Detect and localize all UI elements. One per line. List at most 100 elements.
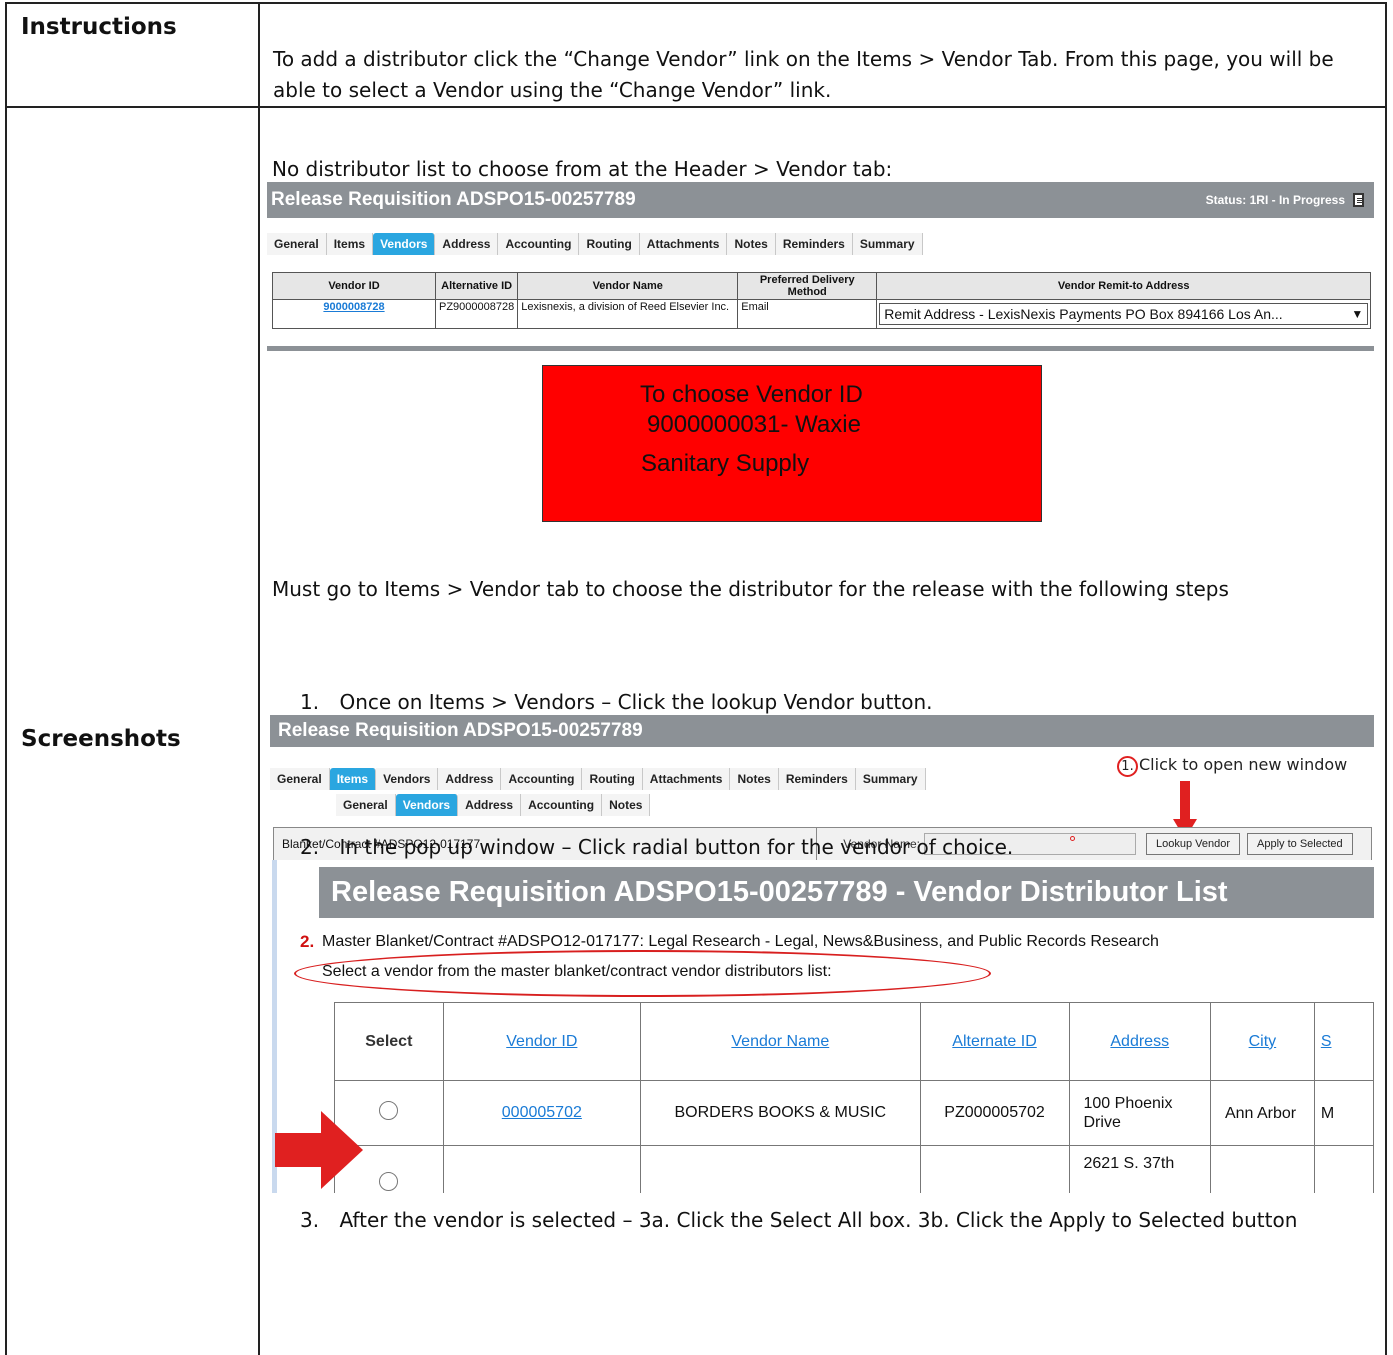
step-2-text: In the pop up window – Click radial butt…: [339, 835, 1014, 859]
vendor-id-link[interactable]: 9000008728: [323, 301, 384, 313]
table-row: 000005702 BORDERS BOOKS & MUSIC PZ000005…: [334, 1080, 1374, 1146]
tab-vendors[interactable]: Vendors: [376, 768, 439, 790]
status-text: Status: 1RI - In Progress: [1205, 193, 1345, 207]
delivery-cell: Email: [737, 299, 878, 329]
subtab-vendors[interactable]: Vendors: [395, 794, 459, 816]
step-2-marker: 2.: [300, 932, 315, 951]
col-vendor-name: Vendor Name: [517, 272, 739, 300]
vendor-id-cell: [442, 1145, 642, 1193]
col-vendor-id[interactable]: Vendor ID: [442, 1002, 642, 1081]
col-select: Select: [334, 1002, 444, 1081]
shot2-subtab-bar: General Vendors Address Accounting Notes: [336, 792, 651, 816]
tab-reminders[interactable]: Reminders: [778, 768, 856, 790]
vendor-id-cell: 9000008728: [272, 299, 436, 329]
col-alternate-id[interactable]: Alternate ID: [919, 1002, 1070, 1081]
vendor-radio[interactable]: [379, 1172, 399, 1191]
remit-address-select[interactable]: Remit Address - LexisNexis Payments PO B…: [879, 303, 1369, 325]
instructions-text: To add a distributor click the “Change V…: [273, 47, 1334, 102]
annotation-text: Click to open new window: [1139, 755, 1348, 774]
screenshots-label: Screenshots: [21, 726, 181, 752]
master-contract-text: Master Blanket/Contract #ADSPO12-017177:…: [322, 933, 1159, 950]
subtab-address[interactable]: Address: [458, 794, 522, 816]
col-alternative-id: Alternative ID: [434, 272, 519, 300]
table-header-row: Select Vendor ID Vendor Name Alternate I…: [334, 1002, 1374, 1081]
tab-items[interactable]: Items: [329, 768, 377, 790]
tab-summary[interactable]: Summary: [852, 233, 923, 255]
subtab-general[interactable]: General: [336, 794, 396, 816]
highlight-ellipse: [294, 950, 991, 997]
tab-vendors[interactable]: Vendors: [373, 233, 436, 255]
tab-routing[interactable]: Routing: [579, 233, 640, 255]
subtab-notes[interactable]: Notes: [602, 794, 651, 816]
tab-routing[interactable]: Routing: [582, 768, 643, 790]
step-1-marker: 1.: [1117, 756, 1138, 777]
col-vendor-name[interactable]: Vendor Name: [640, 1002, 921, 1081]
col-vendor-id: Vendor ID: [272, 272, 436, 300]
step-3: 3. After the vendor is selected – 3a. Cl…: [300, 1205, 1340, 1236]
shot1-status: Status: 1RI - In Progress: [1206, 193, 1364, 207]
state-cell: [1313, 1145, 1374, 1193]
step-2: 2. In the pop up window – Click radial b…: [300, 832, 1013, 863]
vendor-callout: To choose Vendor ID 9000000031- Waxie Sa…: [542, 365, 1042, 522]
step-1-number: 1.: [300, 690, 320, 714]
tab-summary[interactable]: Summary: [855, 768, 926, 790]
vendor-name-cell: BORDERS BOOKS & MUSIC: [640, 1080, 921, 1146]
click-annotation: 1. Click to open new window: [1117, 755, 1347, 777]
table-row: 2621 S. 37th: [334, 1145, 1374, 1193]
vendor-table: Vendor ID Alternative ID Vendor Name Pre…: [272, 272, 1372, 329]
tab-address[interactable]: Address: [438, 768, 502, 790]
header-vendor-screenshot: Release Requisition ADSPO15-00257789 Sta…: [267, 182, 1374, 354]
step-2-number: 2.: [300, 835, 320, 859]
screenshots-label-cell: Screenshots: [5, 106, 260, 1355]
apply-to-selected-button[interactable]: Apply to Selected: [1247, 833, 1353, 855]
vendor-name-cell: [640, 1145, 921, 1193]
tab-items[interactable]: Items: [326, 233, 374, 255]
col-city[interactable]: City: [1209, 1002, 1315, 1081]
divider: [267, 346, 1374, 351]
step-3-number: 3.: [300, 1208, 320, 1232]
distributor-list-screenshot: Release Requisition ADSPO15-00257789 - V…: [272, 860, 1374, 1193]
tab-notes[interactable]: Notes: [727, 233, 776, 255]
required-dot: [1070, 836, 1075, 841]
tab-general[interactable]: General: [270, 768, 330, 790]
address-cell: 100 Phoenix Drive: [1068, 1080, 1211, 1146]
tab-attachments[interactable]: Attachments: [639, 233, 728, 255]
alt-id-cell: PZ000005702: [919, 1080, 1070, 1146]
address-cell: 2621 S. 37th: [1068, 1145, 1211, 1193]
table-row: 9000008728 PZ9000008728 Lexisnexis, a di…: [272, 299, 1372, 329]
shot1-tab-bar: General Items Vendors Address Accounting…: [267, 230, 1374, 255]
col-address[interactable]: Address: [1068, 1002, 1211, 1081]
step-3-text: After the vendor is selected – 3a. Click…: [339, 1208, 1298, 1232]
callout-line-2: 9000000031- Waxie: [647, 411, 861, 438]
tab-address[interactable]: Address: [435, 233, 499, 255]
document-icon[interactable]: [1353, 193, 1364, 207]
vendor-radio[interactable]: [379, 1101, 399, 1120]
tab-accounting[interactable]: Accounting: [501, 768, 583, 790]
tab-reminders[interactable]: Reminders: [775, 233, 853, 255]
shot2-tab-bar: General Items Vendors Address Accounting…: [270, 766, 926, 790]
step-1-text: Once on Items > Vendors – Click the look…: [339, 690, 933, 714]
tab-attachments[interactable]: Attachments: [642, 768, 731, 790]
distributor-table: Select Vendor ID Vendor Name Alternate I…: [334, 1002, 1374, 1193]
city-cell: Ann Arbor: [1209, 1080, 1315, 1146]
lookup-vendor-button[interactable]: Lookup Vendor: [1146, 833, 1241, 855]
city-cell: [1209, 1145, 1315, 1193]
subtab-accounting[interactable]: Accounting: [521, 794, 603, 816]
col-delivery-method: Preferred Delivery Method: [737, 272, 878, 300]
col-remit-address: Vendor Remit-to Address: [876, 272, 1372, 300]
vendor-id-cell: 000005702: [442, 1080, 642, 1146]
state-cell: M: [1313, 1080, 1374, 1146]
tab-general[interactable]: General: [267, 233, 327, 255]
col-state[interactable]: S: [1313, 1002, 1374, 1081]
shot2-title-bar: Release Requisition ADSPO15-00257789: [270, 715, 1374, 747]
instructions-label: Instructions: [5, 2, 260, 108]
tab-notes[interactable]: Notes: [730, 768, 779, 790]
callout-line-1: To choose Vendor ID: [640, 381, 863, 408]
vendor-id-link[interactable]: 000005702: [502, 1104, 582, 1121]
shot1-title: Release Requisition ADSPO15-00257789: [271, 189, 636, 210]
tab-accounting[interactable]: Accounting: [498, 233, 580, 255]
callout-line-3: Sanitary Supply: [641, 450, 810, 477]
intro-text: No distributor list to choose from at th…: [272, 157, 893, 181]
shot1-title-bar: Release Requisition ADSPO15-00257789 Sta…: [267, 182, 1374, 218]
chevron-down-icon: ▼: [1351, 307, 1364, 321]
